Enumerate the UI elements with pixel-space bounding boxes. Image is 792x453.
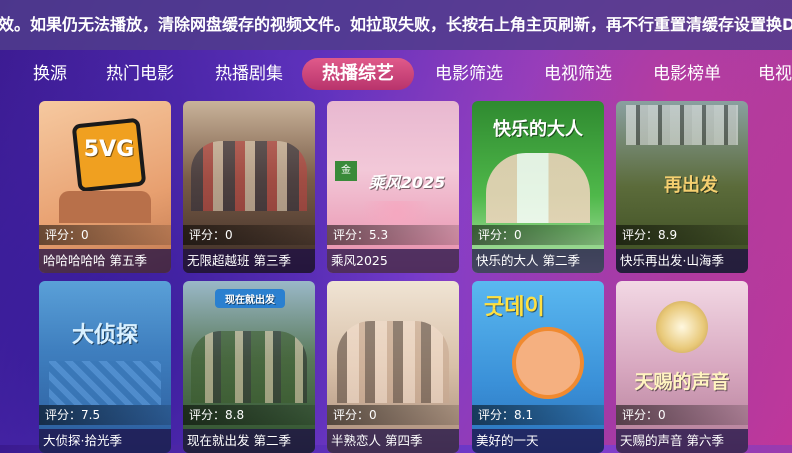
tab-hot-variety[interactable]: 热播综艺	[302, 58, 414, 90]
show-logo-text: 现在就出发	[215, 289, 285, 308]
show-card[interactable]: 评分：0 无限超越班 第三季	[183, 101, 315, 273]
badge: 金	[335, 161, 357, 181]
show-logo-text: 大侦探	[71, 323, 138, 348]
show-logo-text: 乘风2025	[368, 173, 446, 192]
show-logo-text: 再出发	[664, 175, 718, 196]
show-card[interactable]: 大侦探 评分：7.5 大侦探·拾光季	[39, 281, 171, 453]
show-card[interactable]: 5VG 评分：0 哈哈哈哈哈 第五季	[39, 101, 171, 273]
score-label: 评分：0	[327, 405, 459, 425]
group-photo	[191, 141, 307, 211]
show-title: 无限超越班 第三季	[183, 249, 315, 273]
tab-hot-movies[interactable]: 热门电影	[94, 58, 186, 90]
notice-marquee: 效。如果仍无法播放，清除网盘缓存的视频文件。如拉取失败，长按右上角主页刷新，再不…	[0, 0, 792, 50]
show-title: 快乐再出发·山海季	[616, 249, 748, 273]
host-face	[512, 327, 584, 399]
show-logo-text: 굿데이	[484, 295, 545, 320]
cast-photo	[337, 321, 449, 403]
score-label: 评分：8.9	[616, 225, 748, 245]
score-label: 评分：0	[616, 405, 748, 425]
tab-tv[interactable]: 电视	[750, 58, 792, 90]
show-title: 天赐的声音 第六季	[616, 429, 748, 453]
score-label: 评分：0	[39, 225, 171, 245]
show-card[interactable]: 现在就出发 评分：8.8 现在就出发 第二季	[183, 281, 315, 453]
show-card[interactable]: 评分：0 半熟恋人 第四季	[327, 281, 459, 453]
score-label: 评分：0	[472, 225, 604, 245]
show-card[interactable]: 天赐的声音 评分：0 天赐的声音 第六季	[616, 281, 748, 453]
show-title: 现在就出发 第二季	[183, 429, 315, 453]
show-logo-text: 快乐的大人	[493, 119, 583, 140]
show-title: 大侦探·拾光季	[39, 429, 171, 453]
show-card[interactable]: 再出发 评分：8.9 快乐再出发·山海季	[616, 101, 748, 273]
show-title: 快乐的大人 第二季	[472, 249, 604, 273]
show-title: 半熟恋人 第四季	[327, 429, 459, 453]
score-label: 评分：5.3	[327, 225, 459, 245]
score-label: 评分：8.8	[183, 405, 315, 425]
show-title: 美好的一天	[472, 429, 604, 453]
hosts-photo	[486, 153, 590, 223]
show-title: 乘风2025	[327, 249, 459, 273]
tab-hot-series[interactable]: 热播剧集	[203, 58, 295, 90]
tab-switch-source[interactable]: 换源	[22, 58, 78, 90]
cast-photo	[191, 331, 307, 403]
show-title: 哈哈哈哈哈 第五季	[39, 249, 171, 273]
score-label: 评分：0	[183, 225, 315, 245]
city-illustration	[49, 361, 161, 405]
show-card[interactable]: 快乐的大人 评分：0 快乐的大人 第二季	[472, 101, 604, 273]
score-label: 评分：8.1	[472, 405, 604, 425]
score-label: 评分：7.5	[39, 405, 171, 425]
rock-decoration	[59, 191, 151, 223]
category-tabs: 换源 热门电影 热播剧集 热播综艺 电影筛选 电视筛选 电影榜单 电视	[0, 58, 792, 90]
tab-tv-filter[interactable]: 电视筛选	[532, 58, 624, 90]
show-card[interactable]: 金 乘风2025 评分：5.3 乘风2025	[327, 101, 459, 273]
tab-movie-ranking[interactable]: 电影榜单	[641, 58, 733, 90]
trophy-orb	[656, 301, 708, 353]
notice-text: 效。如果仍无法播放，清除网盘缓存的视频文件。如拉取失败，长按右上角主页刷新，再不…	[0, 15, 792, 34]
tab-movie-filter[interactable]: 电影筛选	[423, 58, 515, 90]
flowers	[347, 201, 447, 225]
show-logo-text: 天赐的声音	[634, 371, 730, 393]
show-card[interactable]: 굿데이 评分：8.1 美好的一天	[472, 281, 604, 453]
cast-photo	[626, 105, 738, 145]
show-logo-text: 5VG	[83, 137, 135, 162]
